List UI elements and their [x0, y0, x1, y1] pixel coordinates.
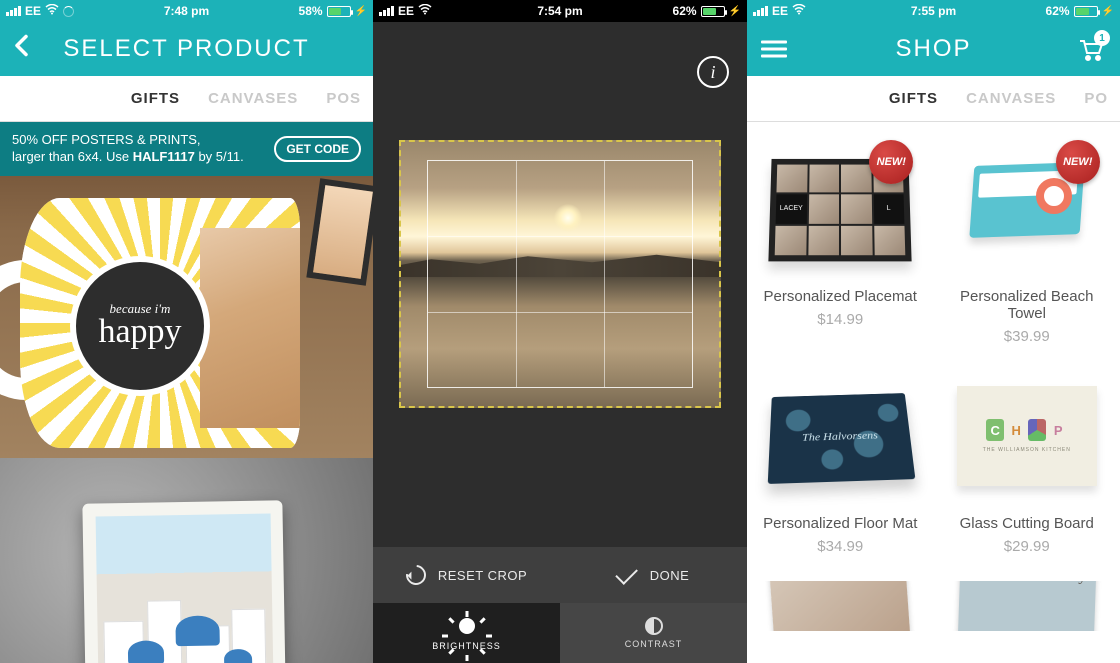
- signal-icon: [753, 6, 768, 16]
- product-name: Personalized Floor Mat: [763, 515, 917, 532]
- battery-pct: 62%: [673, 4, 697, 18]
- signal-icon: [6, 6, 21, 16]
- status-bar: EE 7:48 pm 58% ⚡: [0, 0, 373, 22]
- clock: 7:55 pm: [911, 4, 956, 18]
- tab-gifts[interactable]: GIFTS: [889, 90, 938, 107]
- battery-pct: 58%: [299, 4, 323, 18]
- info-button[interactable]: i: [697, 56, 729, 88]
- product-thumb: family: [957, 581, 1096, 631]
- product-card[interactable]: [747, 573, 934, 649]
- new-badge: NEW!: [869, 140, 913, 184]
- clock: 7:54 pm: [537, 4, 582, 18]
- promo-banner: 50% OFF POSTERS & PRINTS, larger than 6x…: [0, 122, 373, 176]
- screen-photo-editor: EE 7:54 pm 62% ⚡ i RESET CROP: [373, 0, 747, 663]
- product-card[interactable]: NEW! Personalized Beach Towel $39.99: [934, 136, 1120, 363]
- get-code-button[interactable]: GET CODE: [274, 136, 361, 162]
- new-badge: NEW!: [1056, 140, 1100, 184]
- brightness-icon: [456, 615, 478, 637]
- product-price: $14.99: [817, 311, 863, 328]
- contrast-icon: [645, 617, 663, 635]
- product-thumb: [769, 581, 911, 631]
- loading-icon: [63, 6, 74, 17]
- product-card[interactable]: The Halvorsens Personalized Floor Mat $3…: [747, 363, 934, 573]
- charging-icon: ⚡: [1102, 6, 1114, 17]
- tab-posters[interactable]: PO: [1084, 90, 1108, 107]
- editor-tabs: BRIGHTNESS CONTRAST: [373, 603, 747, 663]
- signal-icon: [379, 6, 394, 16]
- screen-select-product: EE 7:48 pm 58% ⚡ SELECT PRODUCT GIFTS CA…: [0, 0, 373, 663]
- editor-actions: RESET CROP DONE: [373, 547, 747, 603]
- charging-icon: ⚡: [355, 6, 367, 17]
- tab-contrast[interactable]: CONTRAST: [560, 603, 747, 663]
- category-tabs: GIFTS CANVASES POS: [0, 76, 373, 122]
- tab-canvases[interactable]: CANVASES: [208, 90, 298, 107]
- battery-icon: [1074, 6, 1098, 17]
- product-grid[interactable]: LACEYL NEW! Personalized Placemat $14.99…: [747, 122, 1120, 663]
- product-name: Glass Cutting Board: [960, 515, 1094, 532]
- battery-icon: [327, 6, 351, 17]
- product-price: $34.99: [817, 538, 863, 555]
- product-tile-pillow[interactable]: [0, 458, 373, 663]
- page-title: SHOP: [895, 35, 971, 63]
- check-icon: [615, 562, 638, 585]
- product-card[interactable]: LACEYL NEW! Personalized Placemat $14.99: [747, 136, 934, 363]
- tab-brightness[interactable]: BRIGHTNESS: [373, 603, 560, 663]
- category-tabs: GIFTS CANVASES PO: [747, 76, 1120, 122]
- status-bar: EE 7:54 pm 62% ⚡: [373, 0, 747, 22]
- clock: 7:48 pm: [164, 4, 209, 18]
- wifi-icon: [418, 4, 432, 18]
- battery-pct: 62%: [1046, 4, 1070, 18]
- reset-icon: [402, 561, 430, 589]
- product-card[interactable]: family: [934, 573, 1120, 649]
- product-thumb-cutting-board: CHP THE WILLIAMSON KITCHEN: [957, 386, 1097, 486]
- product-tile-mug[interactable]: because i'm happy: [0, 176, 373, 458]
- nav-bar: SHOP 1: [747, 22, 1120, 76]
- product-price: $39.99: [1004, 328, 1050, 345]
- product-name: Personalized Beach Towel: [940, 288, 1115, 322]
- tab-posters[interactable]: POS: [326, 90, 361, 107]
- screen-shop: EE 7:55 pm 62% ⚡ SHOP 1 GIFTS CANVASES P…: [747, 0, 1120, 663]
- battery-icon: [701, 6, 725, 17]
- crop-canvas[interactable]: [399, 140, 721, 408]
- wifi-icon: [45, 4, 59, 18]
- product-thumb-floormat: The Halvorsens: [768, 393, 916, 484]
- nav-bar: SELECT PRODUCT: [0, 22, 373, 76]
- promo-text: 50% OFF POSTERS & PRINTS, larger than 6x…: [12, 132, 244, 166]
- status-bar: EE 7:55 pm 62% ⚡: [747, 0, 1120, 22]
- crop-grid[interactable]: [427, 160, 693, 388]
- tab-gifts[interactable]: GIFTS: [131, 90, 180, 107]
- page-title: SELECT PRODUCT: [63, 35, 309, 63]
- wifi-icon: [792, 4, 806, 18]
- menu-button[interactable]: [761, 37, 787, 62]
- cart-badge: 1: [1094, 30, 1110, 46]
- product-card[interactable]: CHP THE WILLIAMSON KITCHEN Glass Cutting…: [934, 363, 1120, 573]
- tab-canvases[interactable]: CANVASES: [966, 90, 1056, 107]
- product-price: $29.99: [1004, 538, 1050, 555]
- back-button[interactable]: [14, 35, 28, 64]
- done-button[interactable]: DONE: [560, 547, 747, 603]
- charging-icon: ⚡: [729, 6, 741, 17]
- carrier: EE: [25, 4, 41, 18]
- cart-button[interactable]: 1: [1076, 34, 1106, 64]
- carrier: EE: [398, 4, 414, 18]
- reset-crop-button[interactable]: RESET CROP: [373, 547, 560, 603]
- carrier: EE: [772, 4, 788, 18]
- product-name: Personalized Placemat: [764, 288, 917, 305]
